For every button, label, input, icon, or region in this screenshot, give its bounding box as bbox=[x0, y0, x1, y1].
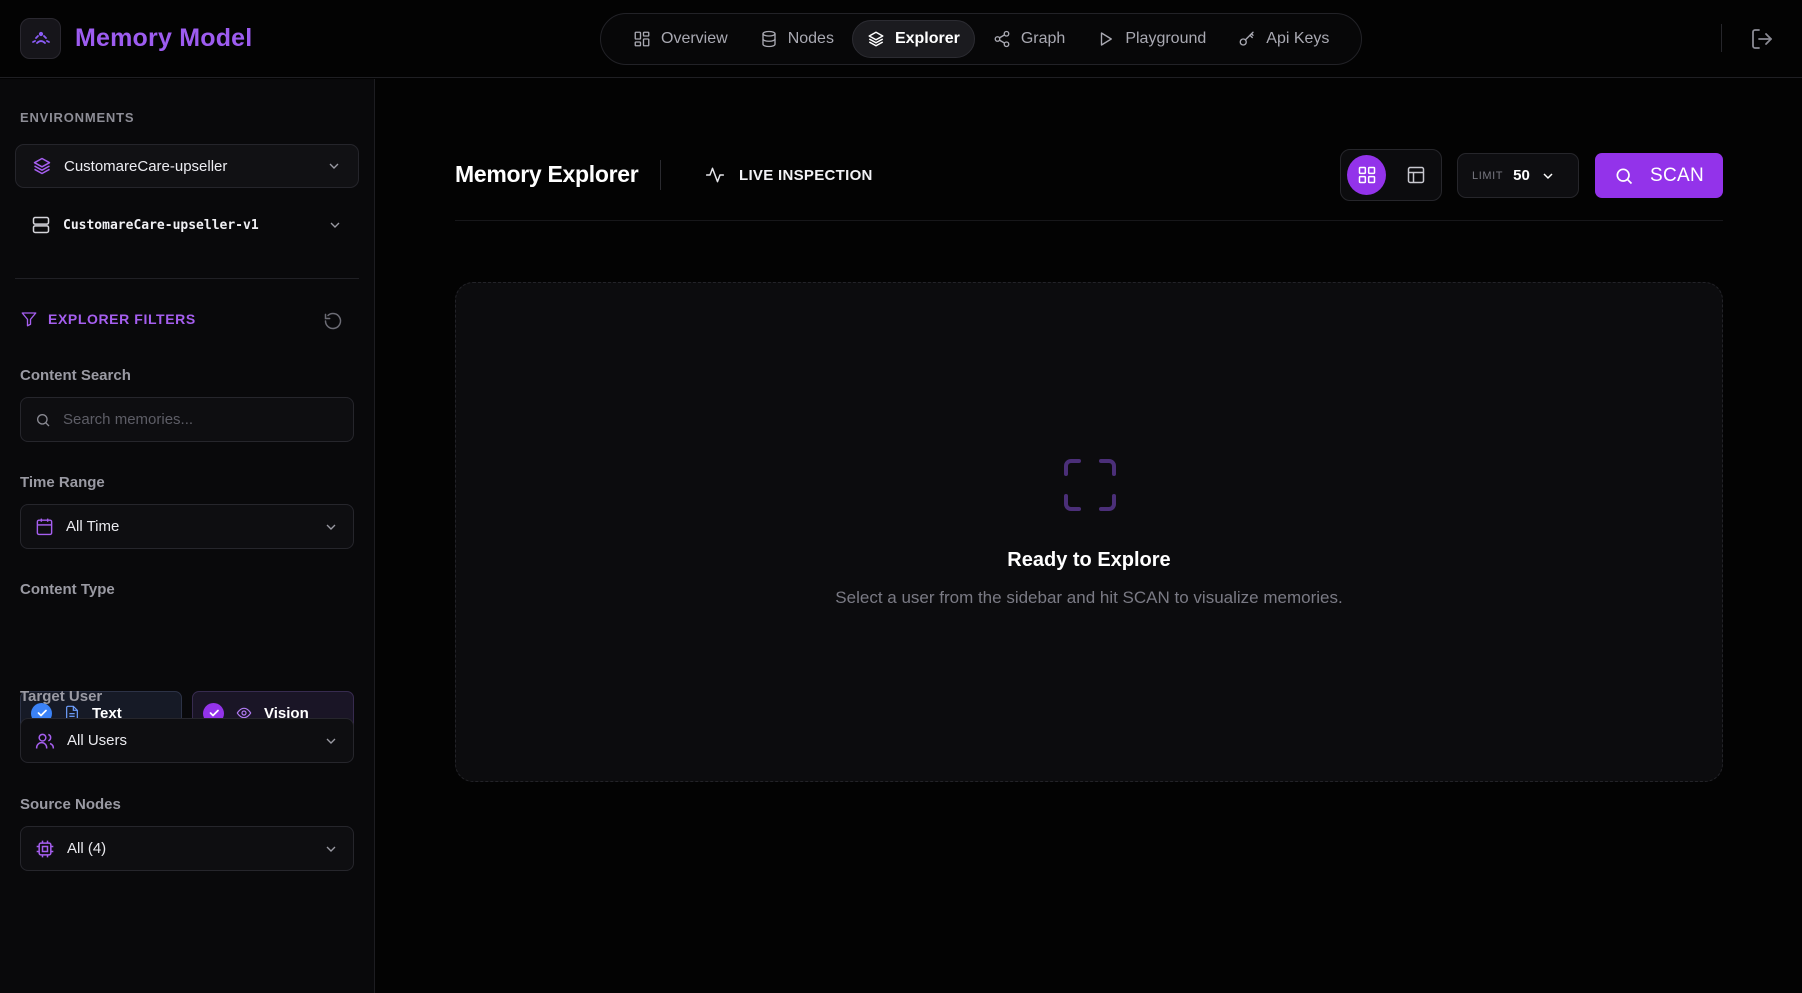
source-nodes-select[interactable]: All (4) bbox=[20, 826, 354, 871]
table-icon bbox=[1407, 166, 1424, 184]
title-separator bbox=[660, 160, 661, 190]
nav-graph-label: Graph bbox=[1020, 30, 1066, 47]
limit-label: LIMIT bbox=[1472, 169, 1504, 182]
nav-overview[interactable]: Overview bbox=[619, 20, 742, 58]
scan-button[interactable]: SCAN bbox=[1595, 153, 1723, 198]
time-range-select[interactable]: All Time bbox=[20, 504, 354, 549]
filter-icon bbox=[21, 312, 37, 327]
database-icon bbox=[762, 30, 776, 48]
grid-icon bbox=[634, 31, 650, 47]
grid-view-button[interactable] bbox=[1347, 155, 1386, 195]
explorer-canvas: Ready to Explore Select a user from the … bbox=[455, 282, 1723, 782]
server-icon bbox=[32, 216, 50, 234]
activity-icon bbox=[705, 167, 725, 183]
search-field[interactable] bbox=[20, 397, 354, 442]
chevron-down-icon bbox=[326, 738, 336, 744]
sub-environment-select[interactable]: CustomareCare-upseller-v1 bbox=[15, 205, 359, 245]
target-user-select[interactable]: All Users bbox=[20, 718, 354, 763]
chevron-down-icon bbox=[1543, 172, 1553, 179]
table-view-button[interactable] bbox=[1396, 155, 1435, 195]
empty-state-title: Ready to Explore bbox=[1007, 549, 1171, 571]
live-inspection-indicator: LIVE INSPECTION bbox=[705, 165, 873, 185]
empty-state-subtitle: Select a user from the sidebar and hit S… bbox=[835, 588, 1343, 607]
limit-select[interactable]: LIMIT 50 bbox=[1457, 153, 1579, 198]
live-inspection-label: LIVE INSPECTION bbox=[739, 166, 873, 184]
nav-explorer[interactable]: Explorer bbox=[851, 20, 975, 58]
top-bar: Memory Model Overview Nodes Explorer Gra… bbox=[0, 0, 1802, 78]
content-type-label: Content Type bbox=[20, 581, 115, 598]
brand[interactable]: Memory Model bbox=[20, 18, 252, 59]
sidebar-divider bbox=[15, 278, 359, 279]
layers-icon bbox=[868, 31, 884, 47]
environments-label: ENVIRONMENTS bbox=[20, 110, 135, 125]
time-range-value: All Time bbox=[66, 518, 120, 535]
nav-overview-label: Overview bbox=[661, 30, 728, 47]
time-range-label: Time Range bbox=[20, 474, 105, 491]
search-icon bbox=[1616, 168, 1633, 184]
page-title: Memory Explorer bbox=[455, 161, 639, 187]
layers-icon bbox=[33, 157, 51, 175]
chevron-down-icon bbox=[329, 163, 339, 169]
target-user-value: All Users bbox=[67, 732, 128, 749]
top-divider bbox=[1721, 24, 1722, 52]
source-nodes-label: Source Nodes bbox=[20, 796, 121, 813]
target-user-label: Target User bbox=[20, 688, 103, 705]
sidebar: ENVIRONMENTS CustomareCare-upseller Cust… bbox=[0, 79, 375, 993]
brand-logo-icon bbox=[20, 18, 61, 59]
chevron-down-icon bbox=[326, 846, 336, 852]
explorer-filters-title: EXPLORER FILTERS bbox=[20, 310, 196, 328]
logout-icon[interactable] bbox=[1750, 27, 1774, 51]
nav-nodes[interactable]: Nodes bbox=[746, 20, 848, 58]
explorer-filters-label: EXPLORER FILTERS bbox=[48, 311, 196, 327]
scan-frame-icon bbox=[1064, 459, 1116, 511]
search-icon bbox=[37, 413, 50, 426]
environment-select[interactable]: CustomareCare-upseller bbox=[15, 144, 359, 188]
calendar-icon bbox=[36, 518, 53, 536]
nav-explorer-label: Explorer bbox=[894, 30, 960, 47]
reset-filters-icon[interactable] bbox=[323, 311, 343, 331]
play-icon bbox=[1101, 32, 1113, 46]
share-nodes-icon bbox=[994, 30, 1010, 48]
nav-graph[interactable]: Graph bbox=[979, 20, 1079, 58]
grid-icon bbox=[1358, 166, 1375, 184]
scan-label: SCAN bbox=[1650, 164, 1704, 186]
nav-api-keys-label: Api Keys bbox=[1266, 30, 1330, 47]
view-toggle bbox=[1340, 149, 1442, 201]
header-divider bbox=[455, 220, 1723, 221]
search-input[interactable] bbox=[63, 411, 339, 428]
brand-name: Memory Model bbox=[75, 24, 253, 52]
nav-playground[interactable]: Playground bbox=[1083, 20, 1220, 58]
limit-value: 50 bbox=[1513, 167, 1530, 184]
sub-environment-value: CustomareCare-upseller-v1 bbox=[63, 217, 259, 233]
environment-value: CustomareCare-upseller bbox=[64, 157, 228, 175]
nav-api-keys[interactable]: Api Keys bbox=[1224, 20, 1343, 58]
source-nodes-value: All (4) bbox=[67, 840, 107, 857]
nav-playground-label: Playground bbox=[1125, 30, 1207, 47]
main-nav: Overview Nodes Explorer Graph Playground… bbox=[600, 13, 1362, 65]
chevron-down-icon bbox=[326, 524, 336, 530]
chevron-down-icon bbox=[330, 222, 340, 228]
cpu-icon bbox=[36, 840, 54, 857]
content-search-label: Content Search bbox=[20, 367, 131, 384]
nav-nodes-label: Nodes bbox=[787, 30, 834, 47]
users-icon bbox=[35, 733, 55, 748]
key-icon bbox=[1239, 31, 1254, 46]
